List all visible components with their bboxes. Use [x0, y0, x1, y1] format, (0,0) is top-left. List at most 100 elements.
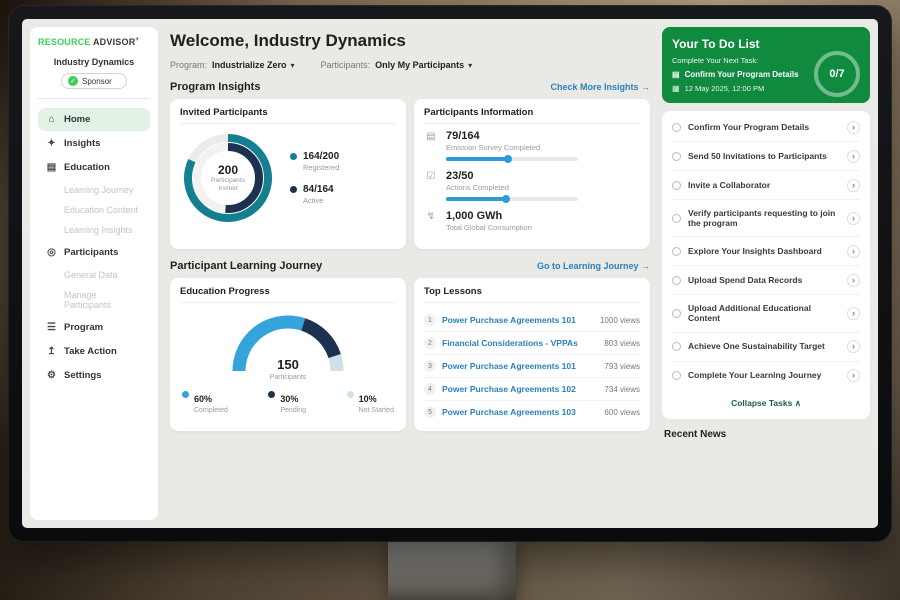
sidebar-item-insights[interactable]: ✦ Insights: [38, 132, 150, 155]
lesson-rank: 2: [424, 337, 436, 349]
brand-primary: RESOURCE: [38, 37, 91, 47]
progress-bar: [446, 197, 578, 201]
top-lessons-card: Top Lessons 1 Power Purchase Agreements …: [414, 278, 650, 431]
sidebar-item-learning-journey[interactable]: Learning Journey: [38, 180, 150, 200]
sidebar-item-settings[interactable]: ⚙ Settings: [38, 364, 150, 387]
sidebar-item-label: Home: [64, 114, 90, 125]
sidebar-item-participants[interactable]: ◎ Participants: [38, 241, 150, 264]
actions-icon: ☑: [424, 171, 438, 182]
donut-legend: 164/200 Registered 84/164 Active: [290, 151, 339, 205]
task-checkbox[interactable]: [672, 247, 681, 256]
legend-item-registered: 164/200 Registered: [290, 151, 339, 172]
task-row-verify-participants[interactable]: Verify participants requesting to join t…: [672, 200, 860, 237]
card-title: Participants Information: [424, 107, 640, 124]
sidebar-item-take-action[interactable]: ↥ Take Action: [38, 340, 150, 363]
legend-dot: [182, 391, 189, 398]
task-checkbox[interactable]: [672, 276, 681, 285]
sidebar-item-education-content[interactable]: Education Content: [38, 200, 150, 220]
sidebar-divider: [38, 98, 150, 99]
task-checkbox[interactable]: [672, 309, 681, 318]
sidebar-item-label: Insights: [64, 138, 100, 149]
chevron-right-icon[interactable]: ›: [847, 307, 860, 320]
legend-item-pending: 30% Pending: [268, 389, 306, 414]
section-title: Participant Learning Journey: [170, 260, 322, 272]
task-checkbox[interactable]: [672, 371, 681, 380]
main-content: Welcome, Industry Dynamics Program: Indu…: [166, 27, 654, 520]
monitor-bezel: RESOURCE ADVISOR+ Industry Dynamics ✓ Sp…: [8, 5, 892, 542]
donut-center-value: 200: [218, 163, 238, 177]
task-checkbox[interactable]: [672, 181, 681, 190]
dashboard-screen: RESOURCE ADVISOR+ Industry Dynamics ✓ Sp…: [22, 19, 878, 528]
sidebar-item-manage-participants[interactable]: Manage Participants: [38, 285, 150, 315]
legend-dot: [290, 186, 297, 193]
stat-actions-completed: ☑ 23/50 Actions Completed: [424, 170, 640, 201]
education-icon: ▤: [46, 162, 57, 173]
task-row-send-invitations[interactable]: Send 50 Invitations to Participants ›: [672, 142, 860, 171]
arrow-right-icon: →: [641, 82, 650, 92]
legend-dot: [347, 391, 354, 398]
chevron-right-icon[interactable]: ›: [847, 274, 860, 287]
chevron-right-icon[interactable]: ›: [847, 340, 860, 353]
home-icon: ⌂: [46, 114, 57, 125]
chevron-right-icon[interactable]: ›: [847, 212, 860, 225]
chevron-down-icon: ▾: [291, 61, 295, 70]
lesson-views: 1000 views: [600, 316, 640, 325]
task-row-complete-learning-journey[interactable]: Complete Your Learning Journey ›: [672, 362, 860, 390]
sidebar-item-general-data[interactable]: General Data: [38, 265, 150, 285]
sidebar-item-program[interactable]: ☰ Program: [38, 316, 150, 339]
legend-dot: [268, 391, 275, 398]
chevron-right-icon[interactable]: ›: [847, 369, 860, 382]
recent-news-heading: Recent News: [662, 429, 870, 440]
stat-emission-survey: ▤ 79/164 Emission Survey Completed: [424, 130, 640, 161]
task-row-achieve-target[interactable]: Achieve One Sustainability Target ›: [672, 333, 860, 362]
chevron-right-icon[interactable]: ›: [847, 245, 860, 258]
legend-item-not-started: 10% Not Started: [347, 389, 394, 414]
insights-icon: ✦: [46, 138, 57, 149]
chevron-right-icon[interactable]: ›: [847, 150, 860, 163]
task-row-explore-insights[interactable]: Explore Your Insights Dashboard ›: [672, 237, 860, 266]
task-checkbox[interactable]: [672, 214, 681, 223]
chevron-right-icon[interactable]: ›: [847, 121, 860, 134]
gauge-center-value: 150: [277, 357, 299, 372]
sidebar-item-label: Program: [64, 322, 103, 333]
lesson-link[interactable]: Power Purchase Agreements 101: [442, 315, 594, 325]
program-dropdown[interactable]: Program: Industrialize Zero ▾: [170, 60, 295, 70]
lesson-link[interactable]: Financial Considerations - VPPAs: [442, 338, 598, 348]
task-row-upload-spend-data[interactable]: Upload Spend Data Records ›: [672, 266, 860, 295]
go-to-learning-journey-link[interactable]: Go to Learning Journey →: [537, 261, 650, 271]
legend-item-completed: 60% Completed: [182, 389, 228, 414]
check-more-insights-link[interactable]: Check More Insights →: [550, 82, 650, 92]
task-checkbox[interactable]: [672, 342, 681, 351]
task-row-upload-educational-content[interactable]: Upload Additional Educational Content ›: [672, 295, 860, 332]
task-row-invite-collaborator[interactable]: Invite a Collaborator ›: [672, 171, 860, 200]
lesson-views: 803 views: [604, 339, 640, 348]
lesson-link[interactable]: Power Purchase Agreements 102: [442, 384, 598, 394]
task-checkbox[interactable]: [672, 152, 681, 161]
lesson-link[interactable]: Power Purchase Agreements 101: [442, 361, 598, 371]
settings-icon: ⚙: [46, 370, 57, 381]
section-title: Program Insights: [170, 81, 260, 93]
collapse-tasks-button[interactable]: Collapse Tasks ∧: [672, 390, 860, 417]
sponsor-badge[interactable]: ✓ Sponsor: [61, 73, 127, 89]
legend-item-active: 84/164 Active: [290, 184, 339, 205]
sidebar-nav: ⌂ Home ✦ Insights ▤ Education Learning J…: [38, 108, 150, 387]
participants-dropdown[interactable]: Participants: Only My Participants ▾: [321, 60, 473, 70]
task-checkbox[interactable]: [672, 123, 681, 132]
legend-dot: [290, 153, 297, 160]
program-label: Program:: [170, 60, 207, 70]
sidebar-item-education[interactable]: ▤ Education: [38, 156, 150, 179]
chevron-right-icon[interactable]: ›: [847, 179, 860, 192]
learning-cards-row: Education Progress 150 Participants: [170, 278, 650, 431]
todo-next-task[interactable]: ▤ Confirm Your Program Details: [672, 70, 804, 79]
education-gauge-chart: 150 Participants: [223, 309, 353, 379]
sidebar-item-label: Settings: [64, 370, 101, 381]
sidebar-item-learning-insights[interactable]: Learning Insights: [38, 220, 150, 240]
sidebar-item-home[interactable]: ⌂ Home: [38, 108, 150, 131]
lesson-link[interactable]: Power Purchase Agreements 103: [442, 407, 598, 417]
lesson-rank: 5: [424, 406, 436, 418]
lesson-rank: 1: [424, 314, 436, 326]
stat-global-consumption: ↯ 1,000 GWh Total Global Consumption: [424, 210, 640, 232]
program-insights-header: Program Insights Check More Insights →: [170, 81, 650, 93]
task-row-confirm-program[interactable]: Confirm Your Program Details ›: [672, 113, 860, 142]
education-progress-card: Education Progress 150 Participants: [170, 278, 406, 431]
